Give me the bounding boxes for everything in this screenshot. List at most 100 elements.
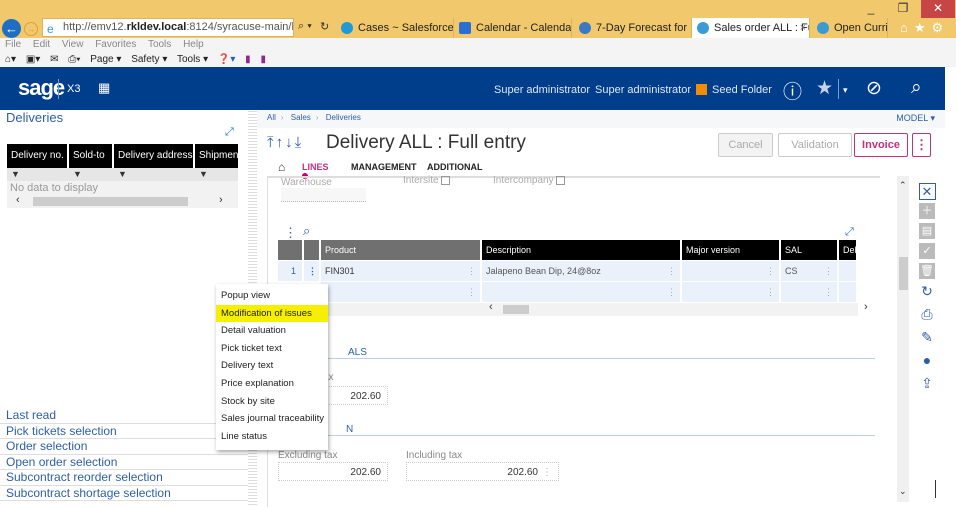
- favorites-dropdown-icon[interactable]: ▾: [843, 85, 848, 96]
- close-tab-icon[interactable]: ×: [800, 18, 806, 38]
- cell-menu-icon[interactable]: ⋮: [766, 261, 775, 281]
- menu-edit[interactable]: Edit: [33, 39, 50, 50]
- cell-menu-icon[interactable]: ⋮: [824, 282, 833, 302]
- favorites-star-icon[interactable]: ★: [816, 77, 833, 100]
- print-icon[interactable]: ⎙: [912, 306, 942, 329]
- scroll-left-icon[interactable]: ‹: [489, 301, 493, 313]
- cell-major-version[interactable]: ⋮: [682, 261, 779, 281]
- cancel-button[interactable]: Cancel: [718, 133, 773, 157]
- column-header-delivery-no[interactable]: Delivery no.: [7, 144, 67, 168]
- refresh-icon[interactable]: ↻: [912, 283, 942, 306]
- scroll-thumb[interactable]: [33, 197, 188, 206]
- table-row-empty[interactable]: ⋮ ⋮ ⋮ ⋮: [278, 282, 858, 302]
- attachment-icon[interactable]: ✎: [912, 329, 942, 352]
- forward-button[interactable]: →: [24, 22, 38, 36]
- intersite-checkbox[interactable]: [441, 175, 451, 185]
- print-icon[interactable]: ⎙▾: [68, 54, 80, 65]
- intercompany-checkbox[interactable]: [556, 175, 566, 185]
- link-subcontract-shortage-selection[interactable]: Subcontract shortage selection: [0, 486, 248, 501]
- help-icon[interactable]: ❓▾: [218, 54, 235, 65]
- expand-icon[interactable]: ⤢: [225, 126, 234, 139]
- cell-description[interactable]: ⋮: [482, 282, 680, 302]
- grid-menu-icon[interactable]: ⋮: [284, 225, 297, 241]
- scroll-thumb[interactable]: [899, 257, 908, 290]
- checkmark-icon[interactable]: ✓: [919, 243, 935, 259]
- close-icon[interactable]: ✕: [918, 183, 936, 200]
- column-header-sal[interactable]: SAL: [781, 240, 837, 260]
- scroll-thumb[interactable]: [503, 305, 529, 314]
- settings-gear-icon[interactable]: ⚙: [932, 20, 950, 35]
- filter-icon[interactable]: ▼: [195, 168, 238, 181]
- cell-del[interactable]: [839, 261, 856, 281]
- refresh-icon[interactable]: ↻: [320, 20, 329, 33]
- save-icon[interactable]: ▤: [919, 223, 935, 239]
- safety-menu[interactable]: Safety ▾: [131, 54, 167, 65]
- menu-file[interactable]: File: [5, 39, 21, 50]
- tab-additional[interactable]: ADDITIONAL: [427, 162, 483, 172]
- table-row[interactable]: 1 ⋮ FIN301 ⋮ Jalapeno Bean Dip, 24@8oz ⋮ ⋮…: [278, 261, 858, 281]
- browser-tab-salesforce[interactable]: Cases ~ Salesforce - En...: [336, 18, 454, 38]
- delete-icon[interactable]: 🗑: [919, 263, 935, 279]
- breadcrumb-deliveries[interactable]: Deliveries: [326, 113, 361, 122]
- cell-product[interactable]: ⋮: [321, 282, 480, 302]
- cell-sal[interactable]: CS ⋮: [781, 261, 837, 281]
- last-record-icon[interactable]: ⤓: [295, 134, 304, 151]
- browser-tab-curriculum[interactable]: Open Curriculum - Real...: [812, 18, 888, 38]
- content-vertical-scrollbar[interactable]: ⌃ ⌄: [897, 176, 909, 502]
- including-tax-field[interactable]: 202.60 ⋮: [406, 462, 559, 481]
- menu-view[interactable]: View: [62, 39, 84, 50]
- close-window-button[interactable]: ✕: [921, 0, 955, 18]
- tab-lines[interactable]: LINES: [302, 162, 329, 172]
- menu-item-price-explanation[interactable]: Price explanation: [216, 375, 328, 393]
- add-icon[interactable]: ＋: [919, 203, 935, 219]
- mail-icon[interactable]: ✉: [50, 54, 58, 65]
- grid-expand-icon[interactable]: ⤢: [845, 226, 854, 239]
- invoice-button[interactable]: Invoice: [854, 133, 908, 157]
- scroll-left-icon[interactable]: ‹: [16, 194, 20, 206]
- cell-menu-icon[interactable]: ⋮: [824, 261, 833, 281]
- home-icon[interactable]: ⌂: [900, 20, 914, 35]
- menu-item-modification-of-issues[interactable]: Modification of issues: [216, 304, 328, 323]
- user-name[interactable]: Super administrator: [595, 84, 691, 96]
- search-icon[interactable]: ⌕ ▾: [298, 20, 312, 33]
- cell-menu-icon[interactable]: ⋮: [667, 282, 676, 302]
- menu-item-delivery-text[interactable]: Delivery text: [216, 357, 328, 375]
- column-header-del[interactable]: Del: [839, 240, 856, 260]
- grid-horizontal-scrollbar[interactable]: ‹ ›: [319, 301, 868, 316]
- cell-product[interactable]: FIN301 ⋮: [321, 261, 480, 281]
- browser-tab-forecast[interactable]: 7-Day Forecast for Latit...: [574, 18, 692, 38]
- breadcrumb-sales[interactable]: Sales: [291, 113, 311, 122]
- cell-menu-icon[interactable]: ⋮: [467, 282, 476, 302]
- tools-menu[interactable]: Tools ▾: [177, 54, 208, 65]
- home-tab-icon[interactable]: ⌂: [278, 160, 285, 174]
- cell-sal[interactable]: ⋮: [781, 282, 837, 302]
- first-record-icon[interactable]: ⤒: [267, 134, 276, 151]
- export-icon[interactable]: ⇪: [912, 375, 942, 398]
- address-bar[interactable]: e http://emv12.rkldev.local:8124/syracus…: [42, 18, 294, 37]
- restore-button[interactable]: ❐: [887, 0, 919, 18]
- navigation-compass-icon[interactable]: ⊘: [866, 77, 882, 100]
- breadcrumb-all[interactable]: All: [267, 113, 276, 122]
- cell-major-version[interactable]: ⋮: [682, 282, 779, 302]
- grid-search-icon[interactable]: ⌕: [303, 223, 310, 239]
- back-button[interactable]: ←: [2, 19, 21, 38]
- column-header-description[interactable]: Description: [482, 240, 680, 260]
- onenote-send-icon[interactable]: ▮: [260, 54, 266, 65]
- more-actions-button[interactable]: ⋮: [912, 133, 931, 157]
- column-header-delivery-address[interactable]: Delivery address: [114, 144, 193, 168]
- cell-menu-icon[interactable]: ⋮: [467, 261, 476, 281]
- warehouse-field[interactable]: [281, 188, 366, 202]
- page-menu[interactable]: Page ▾: [90, 54, 121, 65]
- browser-tab-sales-order[interactable]: Sales order ALL : Full ...×: [692, 18, 810, 38]
- filter-icon[interactable]: ▼: [114, 168, 195, 181]
- calendar-icon[interactable]: ▦: [98, 80, 110, 96]
- folder-name[interactable]: Seed Folder: [712, 84, 772, 96]
- field-menu-icon[interactable]: ⋮: [542, 463, 552, 482]
- link-subcontract-reorder-selection[interactable]: Subcontract reorder selection: [0, 470, 248, 486]
- user-role[interactable]: Super administrator: [494, 84, 590, 96]
- menu-item-line-status[interactable]: Line status: [216, 428, 328, 446]
- menu-item-popup-view[interactable]: Popup view: [216, 287, 328, 305]
- menu-tools[interactable]: Tools: [148, 39, 171, 50]
- link-open-order-selection[interactable]: Open order selection: [0, 455, 248, 470]
- browser-tab-calendar[interactable]: Calendar - Calendar: [454, 18, 572, 38]
